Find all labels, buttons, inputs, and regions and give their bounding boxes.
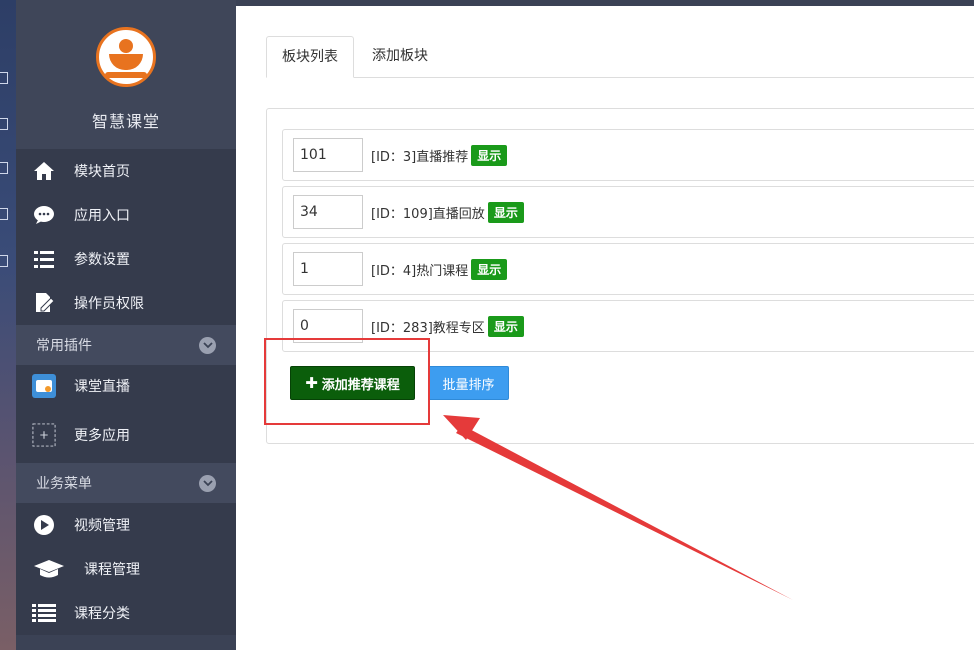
sidebar-item-label: 更多应用 bbox=[74, 428, 130, 444]
status-badge: 显示 bbox=[487, 201, 524, 223]
sort-order-input[interactable] bbox=[293, 252, 363, 286]
status-badge: 显示 bbox=[471, 258, 508, 280]
sort-order-input[interactable] bbox=[293, 138, 363, 172]
main-content: 板块列表 添加板块 [ID：3]直播推荐 显示 [ID：109]直播回放 显示 … bbox=[236, 6, 974, 650]
list-item: [ID：4]热门课程 显示 bbox=[282, 243, 974, 295]
sidebar-item-label: 视频管理 bbox=[74, 518, 130, 534]
sidebar-item-label: 参数设置 bbox=[74, 252, 130, 268]
block-label: [ID：4]热门课程 bbox=[371, 263, 469, 279]
chevron-down-icon[interactable] bbox=[199, 336, 216, 354]
home-icon bbox=[32, 159, 56, 183]
edit-doc-icon bbox=[32, 291, 56, 315]
sidebar-item-video[interactable]: 视频管理 bbox=[16, 503, 236, 547]
block-label: [ID：283]教程专区 bbox=[371, 320, 485, 336]
sidebar-item-label: 应用入口 bbox=[74, 208, 130, 224]
status-badge: 显示 bbox=[471, 144, 508, 166]
chevron-down-icon[interactable] bbox=[199, 474, 216, 492]
live-tv-icon bbox=[32, 374, 56, 398]
section-business[interactable]: 业务菜单 bbox=[16, 463, 236, 503]
sidebar-item-home[interactable]: 模块首页 bbox=[16, 149, 236, 193]
sidebar-item-label: 课程管理 bbox=[84, 562, 140, 578]
sidebar-item-label: 课程分类 bbox=[74, 606, 130, 622]
graduation-cap-icon bbox=[32, 557, 66, 581]
list-menu-icon bbox=[32, 601, 56, 625]
list-icon bbox=[32, 247, 56, 271]
logo bbox=[96, 27, 156, 87]
annotation-highlight-box bbox=[264, 338, 430, 425]
sidebar-item-label: 模块首页 bbox=[74, 164, 130, 180]
sidebar-item-app-entry[interactable]: 应用入口 bbox=[16, 193, 236, 237]
sidebar-item-operator-perm[interactable]: 操作员权限 bbox=[16, 281, 236, 325]
desktop-icon bbox=[0, 162, 8, 174]
chat-icon bbox=[32, 203, 56, 227]
sidebar-item-live[interactable]: 课堂直播 bbox=[16, 365, 236, 407]
block-label: [ID：109]直播回放 bbox=[371, 206, 485, 222]
desktop-icon bbox=[0, 208, 8, 220]
sidebar: 智慧课堂 模块首页 应用入口 参数设置 操作员权限 常用插件 课堂直播 更多应用… bbox=[16, 0, 236, 650]
block-label: [ID：3]直播推荐 bbox=[371, 149, 469, 165]
brand-title: 智慧课堂 bbox=[91, 112, 160, 131]
plus-box-icon bbox=[32, 423, 56, 447]
desktop-icon bbox=[0, 118, 8, 130]
brand-area: 智慧课堂 bbox=[16, 0, 236, 149]
desktop-edge-strip bbox=[0, 0, 16, 650]
tab-bar: 板块列表 添加板块 bbox=[266, 36, 974, 78]
desktop-icon bbox=[0, 255, 8, 267]
play-icon bbox=[32, 513, 56, 537]
sidebar-item-category[interactable]: 课程分类 bbox=[16, 591, 236, 635]
sidebar-item-params[interactable]: 参数设置 bbox=[16, 237, 236, 281]
status-badge: 显示 bbox=[487, 315, 524, 337]
desktop-icon bbox=[0, 72, 8, 84]
list-item: [ID：109]直播回放 显示 bbox=[282, 186, 974, 238]
plugins-nav: 课堂直播 更多应用 bbox=[16, 365, 236, 463]
tab-add-block[interactable]: 添加板块 bbox=[357, 36, 443, 78]
tab-block-list[interactable]: 板块列表 bbox=[266, 36, 354, 78]
sort-order-input[interactable] bbox=[293, 195, 363, 229]
list-item: [ID：3]直播推荐 显示 bbox=[282, 129, 974, 181]
sidebar-item-label: 课堂直播 bbox=[74, 379, 130, 395]
section-title: 常用插件 bbox=[36, 338, 92, 354]
main-nav: 模块首页 应用入口 参数设置 操作员权限 bbox=[16, 149, 236, 325]
sidebar-item-more-apps[interactable]: 更多应用 bbox=[16, 407, 236, 463]
sidebar-item-label: 操作员权限 bbox=[74, 296, 144, 312]
business-nav: 视频管理 课程管理 课程分类 bbox=[16, 503, 236, 635]
section-title: 业务菜单 bbox=[36, 476, 92, 492]
sidebar-item-course[interactable]: 课程管理 bbox=[16, 547, 236, 591]
batch-sort-button[interactable]: 批量排序 bbox=[428, 366, 509, 400]
section-plugins[interactable]: 常用插件 bbox=[16, 325, 236, 365]
